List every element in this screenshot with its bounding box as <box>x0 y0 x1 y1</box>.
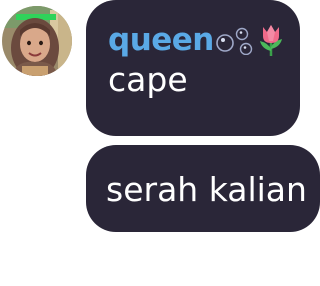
avatar[interactable] <box>2 6 72 76</box>
message-text: serah kalian <box>106 170 307 209</box>
tulip-icon <box>259 25 282 56</box>
avatar-photo <box>2 6 72 76</box>
bubbles-icon <box>216 27 253 55</box>
message-text: cape <box>108 60 188 99</box>
sender-name[interactable]: queen <box>108 24 214 56</box>
message-bubble[interactable]: serah kalian <box>86 145 320 232</box>
message-bubble[interactable]: queen cape <box>86 0 300 136</box>
sender-decorations <box>216 23 286 57</box>
sender-row: queen <box>108 18 300 62</box>
chat-thread: queen cape serah kalian <box>0 0 320 286</box>
